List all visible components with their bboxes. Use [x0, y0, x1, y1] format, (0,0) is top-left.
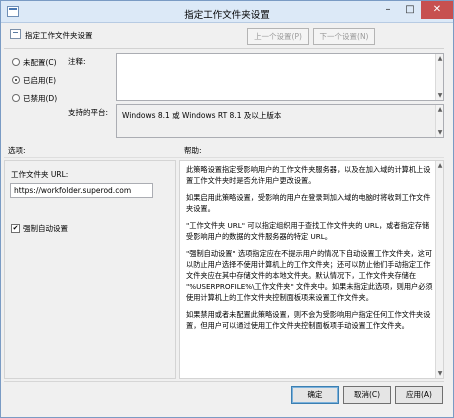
radio-disabled[interactable]: 已禁用(D)	[12, 92, 57, 104]
supported-platforms-label: 支持的平台:	[68, 108, 109, 117]
force-auto-setup[interactable]: ✔ 强制自动设置	[11, 222, 68, 234]
footer-divider	[4, 381, 444, 382]
work-folder-url-value: https://workfolder.superod.com	[14, 186, 132, 195]
help-scrollbar[interactable]: ▲ ▼	[435, 161, 443, 378]
help-text: 此策略设置指定受影响用户的工作文件夹服务器，以及在加入域的计算机上设置工作文件夹…	[186, 164, 434, 337]
setting-icon	[10, 29, 21, 39]
ok-button[interactable]: 确定	[291, 386, 339, 404]
supported-scrollbar[interactable]: ▲ ▼	[435, 105, 443, 137]
help-paragraph: 此策略设置指定受影响用户的工作文件夹服务器，以及在加入域的计算机上设置工作文件夹…	[186, 165, 431, 185]
scroll-up-arrow-icon[interactable]: ▲	[437, 106, 443, 113]
scroll-up-arrow-icon[interactable]: ▲	[437, 55, 443, 62]
scroll-down-arrow-icon[interactable]: ▼	[437, 370, 443, 377]
help-paragraph: "强制自动设置" 选项指定应在不提示用户的情况下自动设置工作文件夹，这可以防止用…	[186, 249, 433, 302]
header-divider	[4, 48, 444, 49]
force-auto-setup-label: 强制自动设置	[23, 223, 68, 233]
options-pane: 工作文件夹 URL: https://workfolder.superod.co…	[4, 160, 176, 379]
policy-dialog: 指定工作文件夹设置 – □ ✕ 指定工作文件夹设置 上一个设置(P) 下一个设置…	[0, 0, 454, 418]
radio-enabled[interactable]: 已启用(E)	[12, 74, 56, 86]
radio-not-configured[interactable]: 未配置(C)	[12, 56, 57, 68]
scroll-up-arrow-icon[interactable]: ▲	[437, 162, 443, 169]
help-paragraph: 如果禁用或者未配置此策略设置，则不会为受影响用户指定任何工作文件夹设置，但用户可…	[186, 310, 431, 330]
radio-disabled-label: 已禁用(D)	[23, 93, 58, 103]
comment-label: 注释:	[68, 57, 86, 66]
previous-setting-button[interactable]: 上一个设置(P)	[247, 28, 309, 45]
radio-disabled-circle[interactable]	[12, 94, 20, 102]
cancel-button[interactable]: 取消(C)	[343, 386, 391, 404]
help-label: 帮助:	[184, 146, 202, 155]
maximize-button[interactable]: □	[399, 1, 421, 19]
radio-enabled-circle[interactable]	[12, 76, 20, 84]
next-setting-button[interactable]: 下一个设置(N)	[313, 28, 375, 45]
radio-not-configured-label: 未配置(C)	[23, 57, 57, 67]
apply-button[interactable]: 应用(A)	[395, 386, 443, 404]
radio-not-configured-circle[interactable]	[12, 58, 20, 66]
comment-scrollbar[interactable]: ▲ ▼	[435, 54, 443, 100]
comment-textbox[interactable]: ▲ ▼	[116, 53, 444, 101]
supported-platforms-box: Windows 8.1 或 Windows RT 8.1 及以上版本 ▲ ▼	[116, 104, 444, 138]
close-button[interactable]: ✕	[421, 1, 453, 19]
help-paragraph: "工作文件夹 URL" 可以指定组织用于查找工作文件夹的 URL，或者指定存储受…	[186, 221, 430, 241]
help-paragraph: 如果启用此策略设置，受影响的用户在登录到加入域的电脑时将收到工作文件夹设置。	[186, 193, 431, 213]
title-bar: 指定工作文件夹设置 – □ ✕	[1, 1, 453, 23]
options-label: 选项:	[8, 146, 26, 155]
minimize-button[interactable]: –	[377, 1, 399, 19]
scroll-down-arrow-icon[interactable]: ▼	[437, 92, 443, 99]
supported-platforms-value: Windows 8.1 或 Windows RT 8.1 及以上版本	[122, 111, 282, 120]
help-pane[interactable]: 此策略设置指定受影响用户的工作文件夹服务器，以及在加入域的计算机上设置工作文件夹…	[179, 160, 444, 379]
checkmark-icon[interactable]: ✔	[11, 223, 20, 233]
panes-divider	[4, 157, 444, 158]
radio-enabled-label: 已启用(E)	[23, 75, 57, 85]
work-folder-url-label: 工作文件夹 URL:	[11, 170, 69, 179]
setting-title: 指定工作文件夹设置	[25, 31, 93, 40]
scroll-down-arrow-icon[interactable]: ▼	[437, 129, 443, 136]
work-folder-url-input[interactable]: https://workfolder.superod.com	[10, 183, 153, 198]
